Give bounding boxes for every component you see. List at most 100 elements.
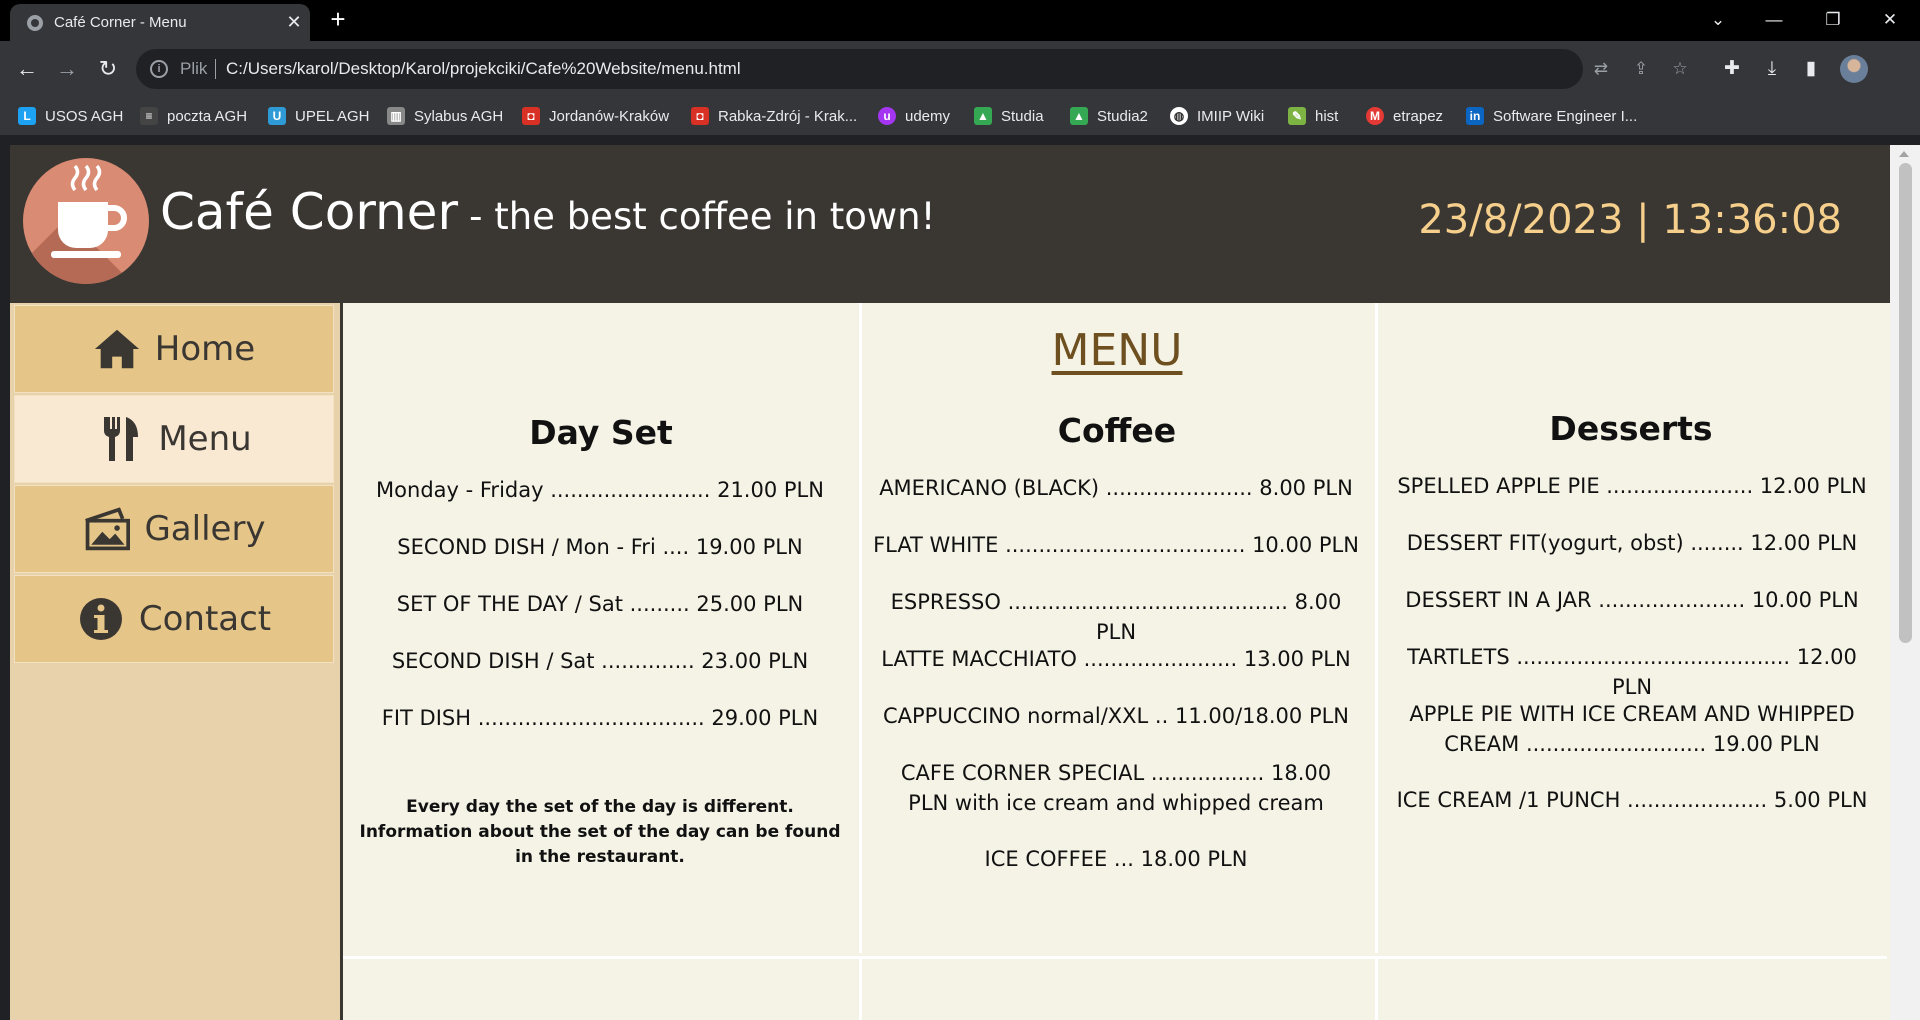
- bookmark-software-engineer[interactable]: in Software Engineer I...: [1466, 105, 1637, 127]
- bookmark-etrapez[interactable]: M etrapez: [1366, 105, 1443, 127]
- menu-item: LATTE MACCHIATO ....................... …: [881, 647, 1351, 671]
- nav-item-home[interactable]: Home: [14, 305, 334, 393]
- nav-item-gallery[interactable]: Gallery: [14, 485, 334, 573]
- browser-tab-strip: Café Corner - Menu ✕ + ⌄ — ❐ ✕: [0, 0, 1920, 41]
- tab-search-icon[interactable]: ⌄: [1698, 5, 1738, 35]
- reload-icon[interactable]: ↻: [95, 56, 121, 82]
- bookmark-imiip-wiki[interactable]: ◍ IMIIP Wiki: [1170, 105, 1264, 127]
- globe-icon: [27, 15, 43, 31]
- bookmark-label: Software Engineer I...: [1493, 107, 1638, 125]
- side-panel-icon[interactable]: ▮: [1798, 56, 1824, 82]
- address-bar[interactable]: i Plik C:/Users/karol/Desktop/Karol/proj…: [136, 49, 1688, 89]
- bus-icon: ◘: [691, 107, 709, 125]
- bookmark-label: hist: [1315, 107, 1339, 125]
- scrollbar-thumb[interactable]: [1899, 163, 1912, 643]
- books-icon: ▥: [387, 107, 405, 125]
- menu-item: SPELLED APPLE PIE ......................…: [1397, 474, 1867, 498]
- usos-icon: L: [18, 107, 36, 125]
- udemy-icon: u: [878, 107, 896, 125]
- download-icon[interactable]: ⤓: [1759, 56, 1785, 82]
- menu-content: Day Set Monday - Friday ................…: [343, 303, 1890, 1020]
- brand-tagline: - the best coffee in town!: [469, 195, 936, 238]
- coffee-heading: Coffee: [1057, 411, 1177, 450]
- nav-label-gallery: Gallery: [144, 509, 266, 549]
- bookmark-label: USOS AGH: [45, 107, 124, 125]
- menu-item: ICE COFFEE ... 18.00 PLN: [984, 847, 1248, 871]
- menu-item: SET OF THE DAY / Sat ......... 25.00 PLN: [396, 592, 804, 616]
- desserts-lower-cell: [1375, 956, 1887, 1020]
- browser-toolbar: ← → ↻ i Plik C:/Users/karol/Desktop/Karo…: [0, 41, 1920, 97]
- web-page: Café Corner - the best coffee in town! 2…: [10, 145, 1890, 1020]
- menu-item: TARTLETS ...............................…: [1407, 645, 1857, 699]
- info-icon: [77, 597, 125, 641]
- bookmark-hist[interactable]: ✎ hist: [1288, 105, 1338, 127]
- day-set-heading: Day Set: [529, 413, 673, 452]
- translate-icon[interactable]: ⇄: [1590, 58, 1612, 80]
- omnibox-divider: [215, 59, 216, 79]
- extensions-icon[interactable]: ✚: [1719, 56, 1745, 82]
- restore-icon[interactable]: ❐: [1813, 5, 1853, 35]
- minimize-icon[interactable]: —: [1754, 5, 1794, 35]
- menu-item: DESSERT IN A JAR ...................... …: [1405, 588, 1859, 612]
- globe-icon: ◍: [1170, 107, 1188, 125]
- bookmark-usos[interactable]: L USOS AGH: [18, 105, 123, 127]
- site-brand: Café Corner - the best coffee in town!: [160, 183, 935, 241]
- menu-item: CAPPUCCINO normal/XXL .. 11.00/18.00 PLN: [882, 704, 1350, 728]
- bookmark-rabka[interactable]: ◘ Rabka-Zdrój - Krak...: [691, 105, 857, 127]
- new-tab-icon[interactable]: +: [325, 6, 351, 32]
- upel-icon: U: [268, 107, 286, 125]
- brand-name: Café Corner: [160, 183, 458, 241]
- bookmark-label: Rabka-Zdrój - Krak...: [718, 107, 858, 125]
- url-scheme-label: Plik: [180, 59, 208, 78]
- nav-item-menu[interactable]: Menu: [14, 395, 334, 483]
- coffee-cup-logo: [23, 158, 149, 284]
- site-info-icon[interactable]: i: [150, 60, 168, 78]
- menu-item: APPLE PIE WITH ICE CREAM AND WHIPPED CRE…: [1409, 702, 1855, 756]
- close-tab-icon[interactable]: ✕: [283, 11, 305, 33]
- viewport-gap: [0, 135, 1920, 145]
- bus-icon: ◘: [522, 107, 540, 125]
- nav-item-contact[interactable]: Contact: [14, 575, 334, 663]
- day-set-lower-cell: [343, 956, 862, 1020]
- bookmark-label: poczta AGH: [167, 107, 248, 125]
- cutlery-icon: [96, 417, 144, 461]
- coffee-lower-cell: [859, 956, 1378, 1020]
- bookmark-label: Studia: [1001, 107, 1044, 125]
- menu-item: Monday - Friday ........................…: [376, 478, 824, 502]
- bookmark-sylabus[interactable]: ▥ Sylabus AGH: [387, 105, 503, 127]
- bookmark-studia2[interactable]: ▲ Studia2: [1070, 105, 1148, 127]
- forward-icon[interactable]: →: [54, 56, 80, 82]
- page-scrollbar[interactable]: [1890, 145, 1920, 1020]
- close-window-icon[interactable]: ✕: [1870, 5, 1910, 35]
- back-icon[interactable]: ←: [14, 56, 40, 82]
- nav-label-menu: Menu: [158, 419, 252, 459]
- bookmark-label: Studia2: [1097, 107, 1148, 125]
- url-text[interactable]: C:/Users/karol/Desktop/Karol/projekciki/…: [226, 59, 741, 79]
- day-set-note: Every day the set of the day is differen…: [359, 797, 841, 867]
- menu-page-title: MENU: [1051, 325, 1183, 376]
- bookmark-poczta[interactable]: ≡ poczta AGH: [140, 105, 247, 127]
- nav-label-home: Home: [154, 329, 256, 369]
- bookmark-jordanow[interactable]: ◘ Jordanów-Kraków: [522, 105, 669, 127]
- linkedin-icon: in: [1466, 107, 1484, 125]
- browser-tab-active[interactable]: Café Corner - Menu ✕: [10, 4, 310, 41]
- document-icon: ✎: [1288, 107, 1306, 125]
- bookmark-udemy[interactable]: u udemy: [878, 105, 950, 127]
- profile-avatar[interactable]: [1840, 55, 1868, 83]
- drive-icon: ▲: [1070, 107, 1088, 125]
- coffee-column: MENU Coffee AMERICANO (BLACK) ..........…: [859, 303, 1378, 953]
- tab-title: Café Corner - Menu: [54, 14, 187, 31]
- day-set-column: Day Set Monday - Friday ................…: [343, 303, 862, 953]
- coffee-cup-icon: [51, 164, 127, 258]
- scroll-up-icon[interactable]: [1899, 151, 1909, 157]
- bookmark-studia[interactable]: ▲ Studia: [974, 105, 1044, 127]
- menu-item: SECOND DISH / Mon - Fri .... 19.00 PLN: [397, 535, 803, 559]
- menu-item: AMERICANO (BLACK) ......................…: [879, 476, 1353, 500]
- bookmark-upel[interactable]: U UPEL AGH: [268, 105, 369, 127]
- menu-item: FIT DISH ...............................…: [381, 706, 819, 730]
- bookmark-star-icon[interactable]: ☆: [1669, 58, 1691, 80]
- share-icon[interactable]: ⇪: [1630, 58, 1652, 80]
- desserts-heading: Desserts: [1549, 409, 1713, 448]
- menu-item: ICE CREAM /1 PUNCH .....................…: [1396, 788, 1868, 812]
- site-header: Café Corner - the best coffee in town! 2…: [10, 145, 1890, 303]
